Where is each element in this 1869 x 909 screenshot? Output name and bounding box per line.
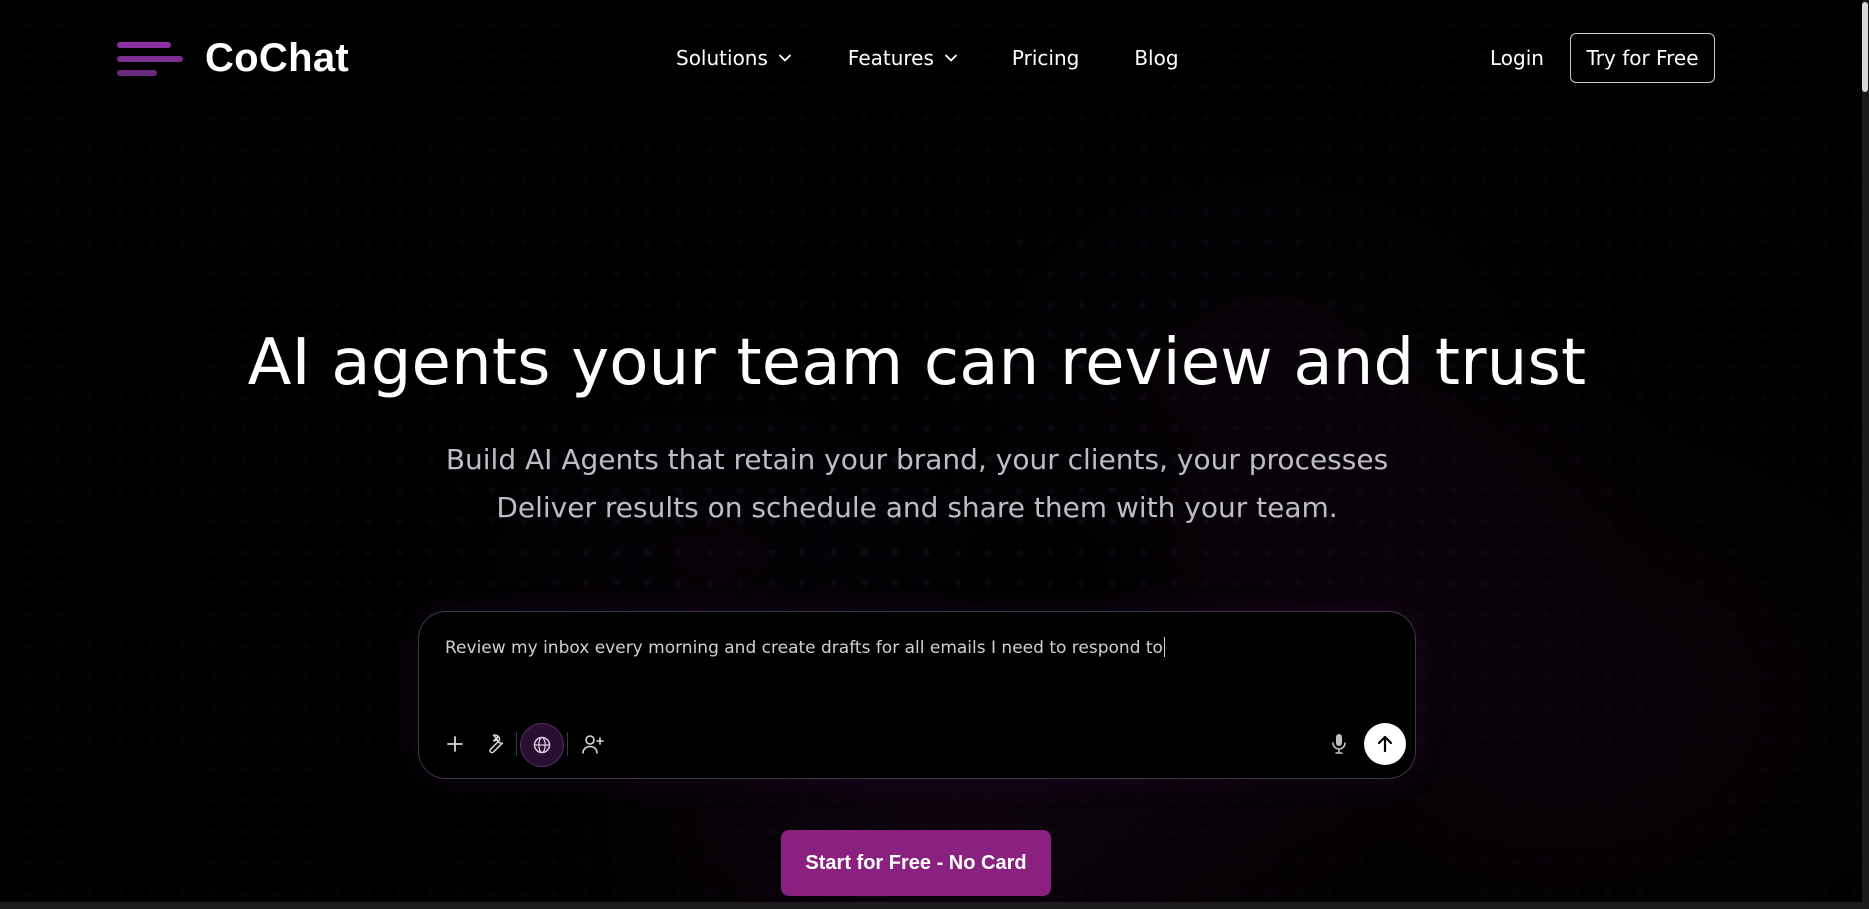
logo-bars-icon <box>117 38 183 80</box>
try-for-free-button[interactable]: Try for Free <box>1570 33 1715 83</box>
landing-page: CoChat Solutions Features Pricing Blog L… <box>0 0 1869 909</box>
text-caret <box>1163 637 1165 657</box>
hero-subtitle-line-1: Build AI Agents that retain your brand, … <box>445 443 1389 476</box>
hero-subtitle-line-2: Deliver results on schedule and share th… <box>496 491 1338 524</box>
scrollbar-track[interactable] <box>1862 0 1869 909</box>
nav-item-label: Pricing <box>1011 46 1080 70</box>
send-arrow-icon <box>1377 735 1393 753</box>
brand-name: CoChat <box>205 36 350 80</box>
main-menu: Solutions Features Pricing Blog <box>676 46 1179 70</box>
brand-logo[interactable]: CoChat <box>117 36 349 81</box>
login-link[interactable]: Login <box>1490 46 1544 70</box>
microphone-icon[interactable] <box>1323 728 1355 760</box>
prompt-input-text: Review my inbox every morning and create… <box>445 638 1163 658</box>
hero-subtitle: Build AI Agents that retain your brand, … <box>0 436 1834 532</box>
scrollbar-thumb[interactable] <box>1862 2 1868 92</box>
toolbar-divider <box>567 732 568 756</box>
send-button[interactable] <box>1364 723 1406 765</box>
prompt-input[interactable]: Review my inbox every morning and create… <box>445 637 1345 658</box>
nav-item-pricing[interactable]: Pricing <box>1012 46 1079 70</box>
nav-item-label: Solutions <box>676 46 768 70</box>
plus-icon[interactable] <box>439 728 471 760</box>
add-user-icon[interactable] <box>577 728 609 760</box>
nav-item-label: Blog <box>1134 46 1179 70</box>
nav-item-label: Features <box>847 46 934 70</box>
hero-title: AI agents your team can review and trust <box>247 326 1587 400</box>
chevron-down-icon <box>945 54 957 62</box>
start-for-free-button[interactable]: Start for Free - No Card <box>781 830 1051 896</box>
nav-item-features[interactable]: Features <box>848 46 958 70</box>
wrench-icon[interactable] <box>479 728 511 760</box>
bottom-edge-bar <box>0 902 1869 909</box>
nav-item-blog[interactable]: Blog <box>1134 46 1178 70</box>
toolbar-divider <box>516 732 517 756</box>
agent-prompt-box[interactable]: Review my inbox every morning and create… <box>418 611 1416 779</box>
globe-icon[interactable] <box>520 723 564 767</box>
top-navigation: CoChat Solutions Features Pricing Blog L… <box>0 0 1869 118</box>
chevron-down-icon <box>779 54 791 62</box>
nav-item-solutions[interactable]: Solutions <box>676 46 792 70</box>
